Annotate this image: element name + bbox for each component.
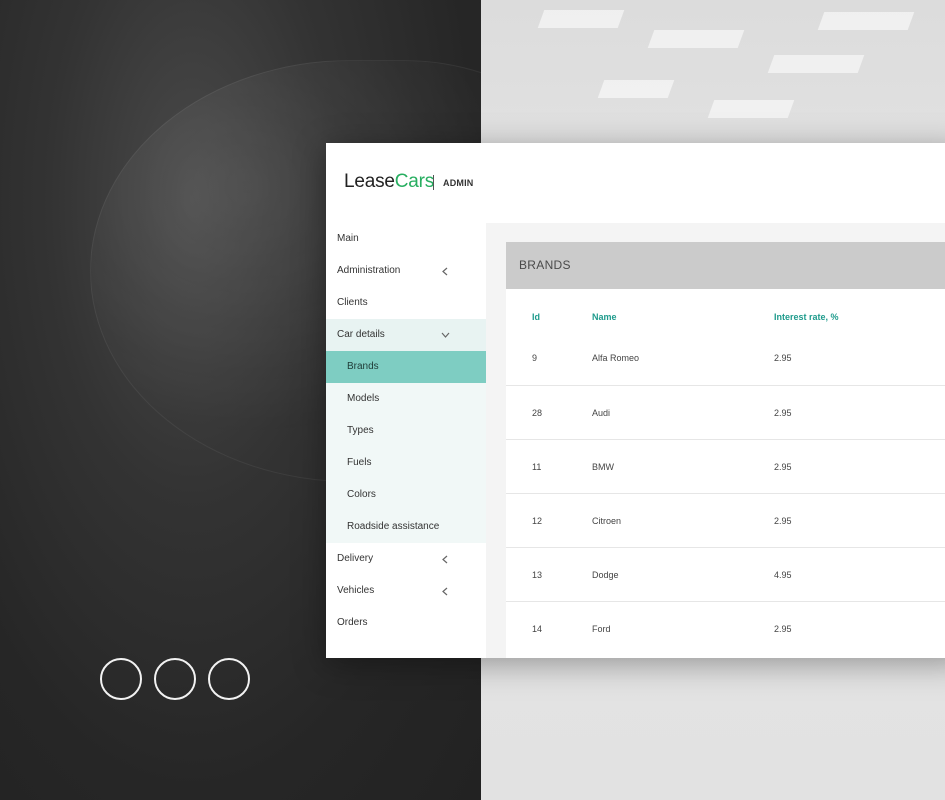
carousel-dot[interactable] (154, 658, 196, 700)
column-header-interest-rate[interactable]: Interest rate, % (774, 289, 945, 345)
cell-name: Ford (592, 623, 611, 634)
table-row[interactable]: 14 Ford 2.95 (506, 602, 945, 656)
sidebar-item-delivery[interactable]: Delivery (326, 543, 486, 575)
sidebar-item-roadside-assistance[interactable]: Roadside assistance (326, 511, 486, 543)
sidebar-item-models[interactable]: Models (326, 383, 486, 415)
table-row[interactable]: 28 Audi 2.95 (506, 385, 945, 440)
column-header-name[interactable]: Name (592, 289, 774, 345)
cell-interest-rate: 4.95 (774, 547, 945, 602)
app-logo[interactable]: LeaseCars (344, 171, 434, 193)
sidebar-item-vehicles[interactable]: Vehicles (326, 575, 486, 607)
cell-interest-rate: 2.95 (774, 623, 792, 634)
cell-name: Citroen (592, 493, 774, 548)
table-row[interactable]: 13 Dodge 4.95 (506, 547, 945, 602)
sidebar-item-label: Roadside assistance (347, 521, 440, 532)
cell-interest-rate: 2.95 (774, 385, 945, 440)
logo-lease-text: Lease (344, 171, 395, 192)
sidebar-item-label: Models (347, 393, 380, 404)
sidebar-item-orders[interactable]: Orders (326, 607, 486, 639)
column-header-id[interactable]: Id (506, 289, 592, 345)
chevron-down-icon (440, 319, 450, 351)
app-header: LeaseCars ADMIN (326, 143, 945, 223)
sidebar-item-label: Orders (337, 617, 368, 628)
sidebar-item-label: Main (337, 233, 359, 244)
sidebar-item-label: Brands (347, 361, 379, 372)
admin-label: ADMIN (443, 178, 474, 188)
chevron-left-icon (440, 255, 450, 287)
sidebar-item-label: Vehicles (337, 585, 375, 596)
table-row[interactable]: 9 Alfa Romeo 2.95 (506, 345, 945, 386)
brands-table: Id Name Interest rate, % 9 Alfa Romeo 2.… (506, 289, 945, 655)
sidebar-item-types[interactable]: Types (326, 415, 486, 447)
chevron-left-icon (440, 543, 450, 575)
cell-interest-rate: 2.95 (774, 439, 945, 494)
sidebar-nav: Main Administration Clients Car details … (326, 223, 486, 658)
cell-id: 11 (506, 439, 592, 494)
logo-divider (433, 175, 434, 190)
table-row[interactable]: 12 Citroen 2.95 (506, 493, 945, 548)
cell-id: 28 (506, 385, 592, 440)
cell-id: 14 (532, 623, 543, 634)
cell-name: Alfa Romeo (592, 345, 774, 386)
sidebar-item-fuels[interactable]: Fuels (326, 447, 486, 479)
cell-interest-rate: 2.95 (774, 493, 945, 548)
panel-title: BRANDS (506, 242, 945, 289)
sidebar-item-main[interactable]: Main (326, 223, 486, 255)
car-details-submenu: Brands Models Types Fuels Colors Roadsid… (326, 351, 486, 543)
carousel-dots (100, 658, 250, 700)
cell-id: 12 (506, 493, 592, 548)
carousel-dot[interactable] (208, 658, 250, 700)
sidebar-item-label: Car details (337, 329, 385, 340)
cell-name: Dodge (592, 547, 774, 602)
cell-name: BMW (592, 439, 774, 494)
table-row[interactable]: 11 BMW 2.95 (506, 439, 945, 494)
sidebar-item-label: Fuels (347, 457, 372, 468)
admin-window: LeaseCars ADMIN Main Administration Clie… (326, 143, 945, 658)
sidebar-item-label: Delivery (337, 553, 374, 564)
sidebar-item-label: Types (347, 425, 374, 436)
sidebar-item-label: Clients (337, 297, 368, 308)
sidebar-item-label: Colors (347, 489, 376, 500)
chevron-left-icon (440, 575, 450, 607)
sidebar-item-clients[interactable]: Clients (326, 287, 486, 319)
carousel-dot[interactable] (100, 658, 142, 700)
brands-panel: BRANDS Id Name Interest rate, % 9 Alfa R… (506, 242, 945, 658)
sidebar-item-car-details[interactable]: Car details (326, 319, 486, 351)
cell-id: 13 (506, 547, 592, 602)
main-content: BRANDS Id Name Interest rate, % 9 Alfa R… (486, 223, 945, 658)
cell-interest-rate: 2.95 (774, 345, 945, 386)
logo-cars-text: Cars (394, 171, 435, 192)
cell-id: 9 (506, 345, 592, 386)
sidebar-item-brands[interactable]: Brands (326, 351, 486, 383)
sidebar-item-colors[interactable]: Colors (326, 479, 486, 511)
sidebar-item-label: Administration (337, 265, 401, 276)
sidebar-item-administration[interactable]: Administration (326, 255, 486, 287)
cell-name: Audi (592, 385, 774, 440)
table-header-row: Id Name Interest rate, % (506, 289, 945, 345)
